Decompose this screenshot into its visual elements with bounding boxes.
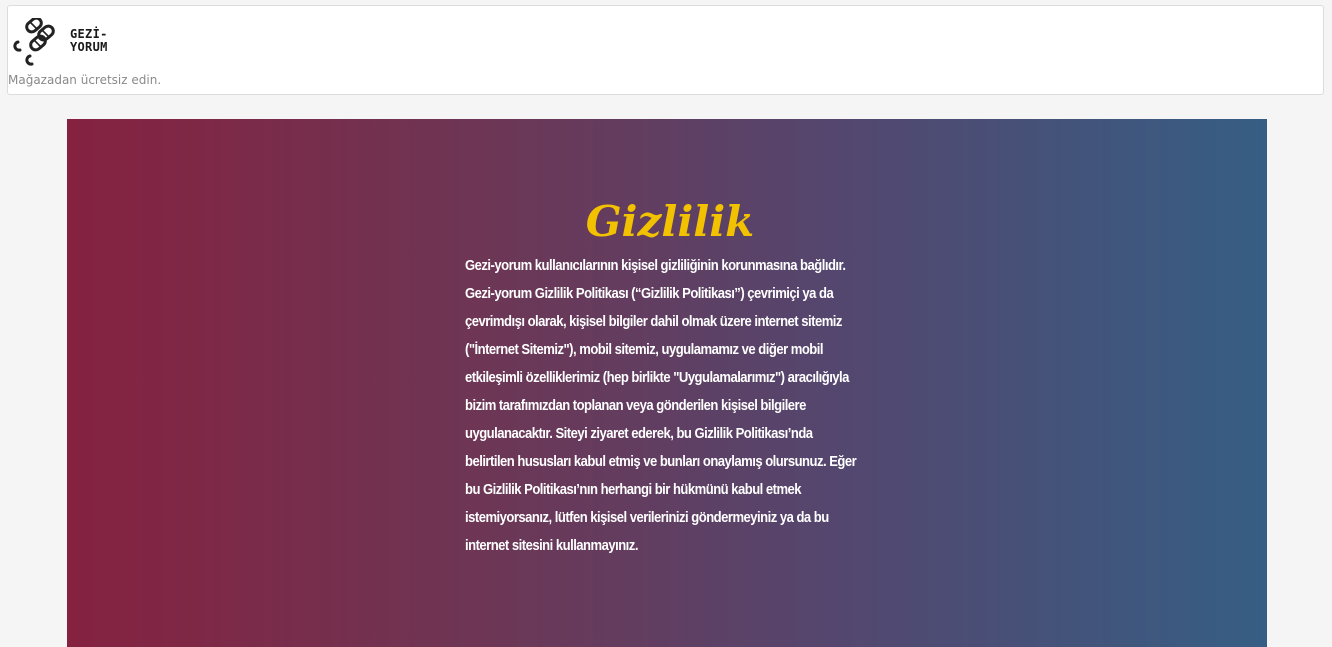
app-header: GEZİ- YORUM Mağazadan ücretsiz edin. [7,5,1324,95]
privacy-content: Gizlilik Gezi-yorum kullanıcılarının kiş… [465,197,865,560]
logo-wordmark: GEZİ- YORUM [70,28,108,54]
chain-links-icon [13,18,55,66]
privacy-body-text: Gezi-yorum kullanıcılarının kişisel gizl… [465,257,857,554]
privacy-title: Gizlilik [585,197,755,246]
privacy-hero: Gizlilik Gezi-yorum kullanıcılarının kiş… [67,119,1267,647]
gezi-yorum-logo[interactable]: GEZİ- YORUM [8,18,118,66]
store-download-text[interactable]: Mağazadan ücretsiz edin. [8,73,161,87]
logo-line-2: YORUM [70,40,108,54]
